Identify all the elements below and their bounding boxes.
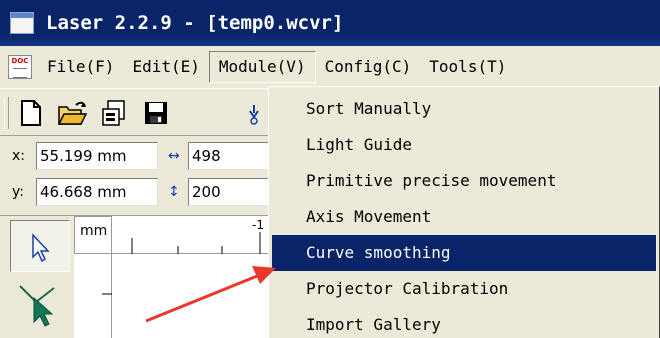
ruler-unit: mm (74, 216, 112, 254)
menu-module[interactable]: Module(V) (208, 51, 316, 83)
document-icon[interactable]: DOC (8, 55, 32, 79)
y-coordinate-field[interactable]: 46.668 mm (36, 178, 158, 206)
tool-palette (0, 216, 74, 338)
ruler-tick-label: -1 (252, 218, 264, 232)
horizontal-ruler: -1 (112, 216, 272, 254)
import-icon (102, 100, 125, 126)
menu-file[interactable]: File(F) (38, 52, 123, 82)
x-label: x: (12, 148, 26, 164)
menu-edit[interactable]: Edit(E) (123, 52, 208, 82)
toolbar-grip[interactable] (4, 97, 9, 129)
drawing-canvas[interactable] (112, 254, 272, 338)
new-file-button[interactable] (14, 97, 46, 129)
width-field[interactable]: 498 (188, 142, 272, 170)
select-tool-button[interactable] (10, 220, 70, 272)
title-bar[interactable]: Laser 2.2.9 - [temp0.wcvr] (0, 0, 660, 46)
height-icon: ↕ (168, 184, 180, 200)
doc-icon-label: DOC (11, 57, 29, 65)
menu-bar: DOC File(F) Edit(E) Module(V) Config(C) … (0, 46, 660, 88)
node-edit-icon (19, 285, 55, 327)
x-coordinate-field[interactable]: 55.199 mm (36, 142, 158, 170)
save-icon (145, 102, 167, 124)
menu-item-projector-calibration[interactable]: Projector Calibration (272, 271, 656, 307)
laser-app-icon (10, 12, 34, 34)
new-file-icon (21, 100, 41, 126)
hidden-tool-button[interactable] (182, 97, 268, 129)
partial-tool-icon (249, 105, 259, 125)
menu-item-sort-manually[interactable]: Sort Manually (272, 91, 656, 127)
menu-item-primitive-precise-movement[interactable]: Primitive precise movement (272, 163, 656, 199)
module-dropdown-menu: Sort Manually Light Guide Primitive prec… (268, 86, 660, 338)
height-field[interactable]: 200 (188, 178, 272, 206)
menu-config[interactable]: Config(C) (316, 52, 421, 82)
menu-item-curve-smoothing[interactable]: Curve smoothing (272, 235, 656, 271)
menu-item-light-guide[interactable]: Light Guide (272, 127, 656, 163)
import-button[interactable] (98, 97, 130, 129)
open-folder-icon (57, 101, 88, 125)
window-title: Laser 2.2.9 - [temp0.wcvr] (46, 12, 344, 34)
width-icon: ↔ (168, 148, 180, 164)
node-edit-tool-button[interactable] (10, 276, 70, 328)
application-window: Laser 2.2.9 - [temp0.wcvr] DOC File(F) E… (0, 0, 660, 338)
menu-tools[interactable]: Tools(T) (420, 52, 515, 82)
save-button[interactable] (140, 97, 172, 129)
select-arrow-icon (32, 233, 50, 263)
vertical-ruler (74, 254, 112, 338)
menu-item-axis-movement[interactable]: Axis Movement (272, 199, 656, 235)
ruler-ticks (131, 232, 261, 254)
menu-item-import-gallery[interactable]: Import Gallery (272, 307, 656, 338)
y-label: y: (12, 184, 24, 200)
open-file-button[interactable] (56, 97, 88, 129)
